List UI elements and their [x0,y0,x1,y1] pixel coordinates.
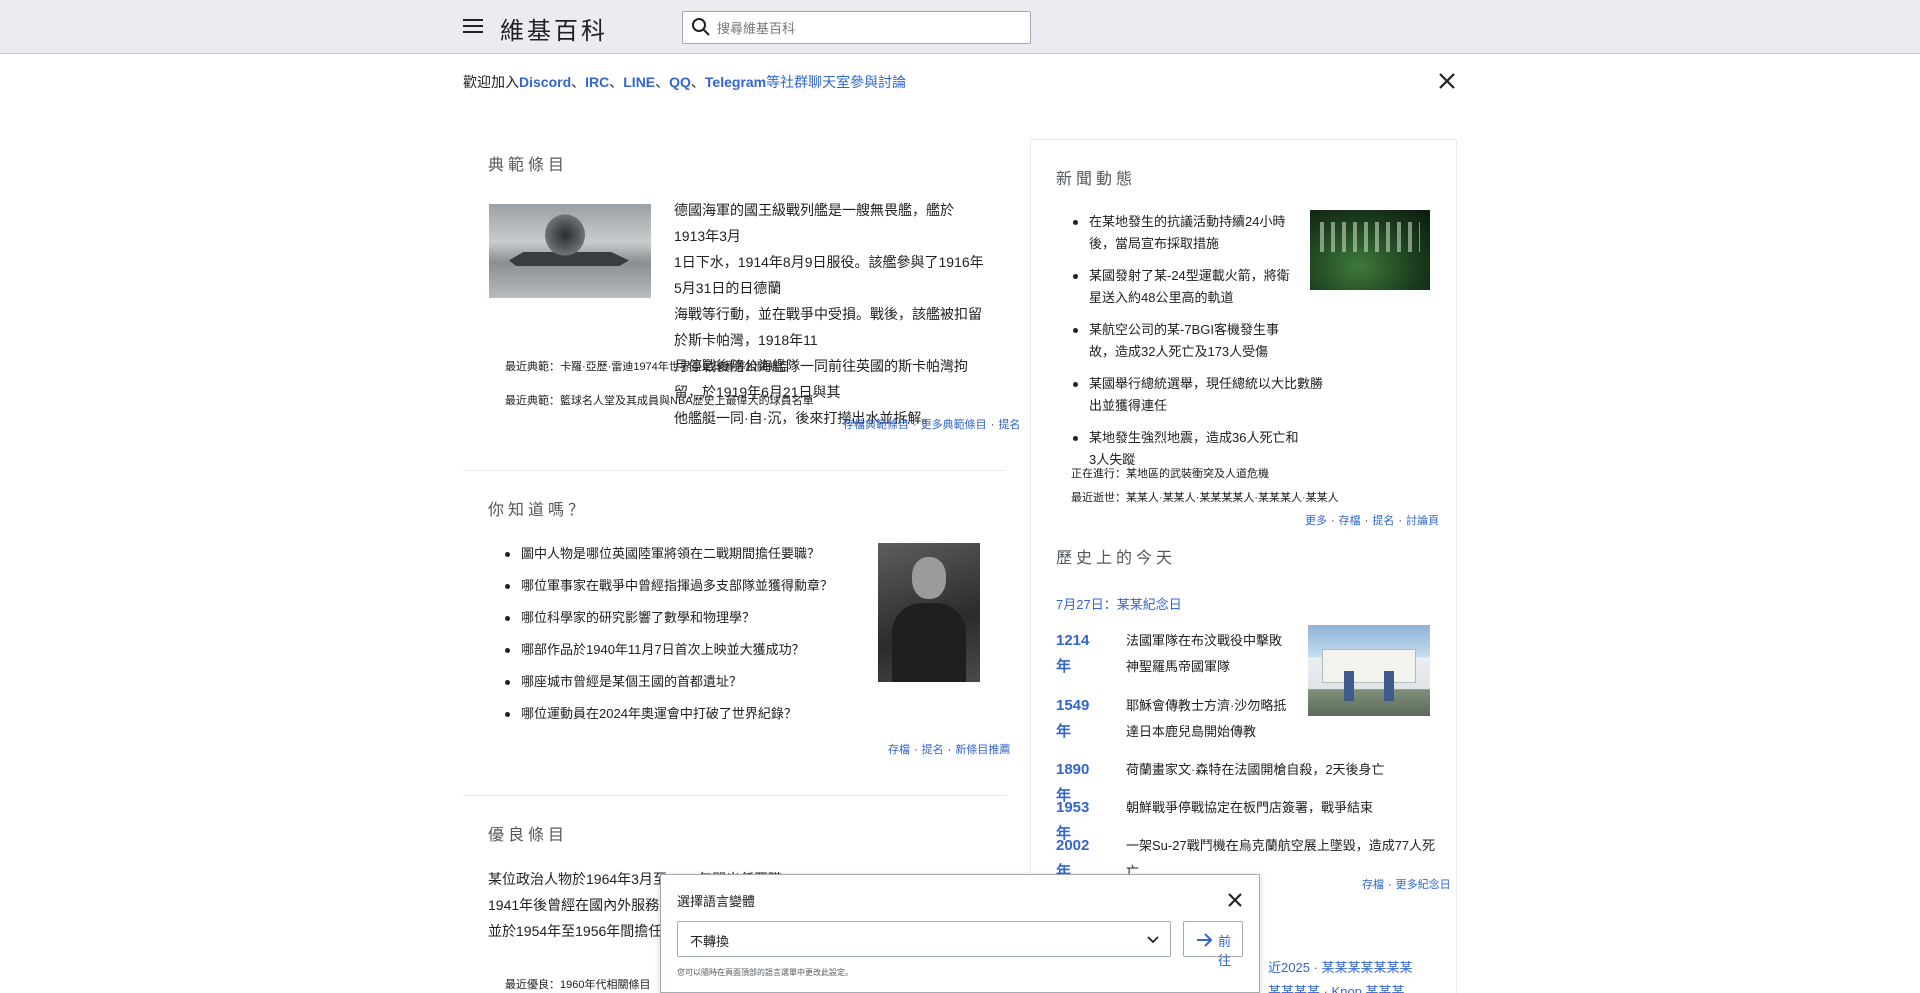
news-archive-link[interactable]: 存檔 [1339,515,1361,527]
dialog-note: 您可以隨時在頁面頂部的語言選單中更改此設定。 [677,968,853,977]
variant-select[interactable]: 不轉換 [677,921,1171,957]
main-menu-icon[interactable] [462,16,484,38]
featured-archive-link[interactable]: 存檔典範條目 [843,419,909,431]
news-recent-deaths[interactable]: 最近逝世：某某人·某某人·某某某某人·某某某人·某某人 [1071,489,1339,505]
separator: · [914,744,918,756]
language-variant-dialog: 選擇語言變體 不轉換 前往 您可以隨時在頁面頂部的語言選單中更改此設定。 [660,874,1260,993]
featured-line: 海戰等行動，並在戰爭中受損。戰後，該艦被扣留於斯卡帕灣，1918年11 [674,306,982,348]
news-title: 新聞動態 [1056,171,1137,188]
event-year[interactable]: 1549年 [1056,693,1089,745]
featured-line: 德國海軍的國王級戰列艦是一艘無畏艦，艦於1913年3月 [674,202,954,244]
list-item[interactable]: 在某地發生的抗議活動持續24小時後，當局宣布採取措施 [1071,211,1301,255]
search-icon [692,18,710,36]
chevron-down-icon [1147,936,1159,944]
onthisday-title: 歷史上的今天 [1056,550,1177,567]
separator: · [1331,515,1335,527]
dyk-footer: 存檔 · 提名 · 新條目推薦 [888,741,1010,757]
go-button-label: 前往 [1218,934,1232,968]
news-nominate-link[interactable]: 提名 [1372,515,1394,527]
list-item[interactable]: 某國舉行總統選舉，現任總統以大比數勝出並獲得連任 [1071,373,1331,417]
battleship-image[interactable] [489,204,651,298]
featured-nominate-link[interactable]: 提名 [998,419,1020,431]
notice-sep: 、 [609,74,624,90]
bottom-right-line-1[interactable]: 近2025 · 某某某某某某某 [1268,957,1412,976]
event-text: 耶穌會傳教士方濟·沙勿略抵達日本鹿兒島開始傳教 [1126,698,1287,739]
event-year[interactable]: 1214年 [1056,628,1089,680]
section-divider [463,470,1006,471]
featured-title: 典範條目 [488,157,569,174]
notice-sep: 、 [571,74,586,90]
dyk-nominate-link[interactable]: 提名 [922,744,944,756]
onthisday-footer: 存檔 · 更多紀念日 [1362,876,1451,892]
news-list: 在某地發生的抗議活動持續24小時後，當局宣布採取措施 某國發射了某-24型運載火… [1071,211,1323,481]
notice-link-line[interactable]: LINE [623,74,655,90]
dyk-title: 你知道嗎？ [488,502,589,519]
list-item[interactable]: 某國發射了某-24型運載火箭，將衛星送入約48公里高的軌道 [1071,265,1301,309]
section-divider [463,795,1006,796]
separator: · [1388,879,1392,891]
notice-link-irc[interactable]: IRC [585,74,609,90]
featured-recent-1[interactable]: 最近典範：卡羅·亞歷·雷迪1974年世界盃足球賽等相關條目 [505,358,790,374]
panmunjom-image[interactable] [1308,625,1430,716]
protest-image[interactable] [1310,210,1430,290]
list-item[interactable]: 哪位軍事家在戰爭中曾經指揮過多支部隊並獲得勳章？ [503,575,863,597]
notice-link-qq[interactable]: QQ [669,74,691,90]
notice-prefix: 歡迎加入 [463,74,519,90]
separator: · [1364,515,1369,527]
separator: · [913,419,917,431]
news-more-link[interactable]: 更多 [1305,515,1327,527]
site-notice: 歡迎加入Discord、IRC、LINE、QQ、Telegram等社群聊天室參與… [463,72,906,92]
event-text: 朝鮮戰爭停戰協定在板門店簽署，戰爭結束 [1126,800,1374,815]
news-footer: 更多 · 存檔 · 提名 · 討論頁 [1305,512,1439,528]
bottom-right-line-2[interactable]: 某某某某 · Knop 某某某 [1268,981,1405,993]
list-item[interactable]: 哪座城市曾經是某個王國的首都遺址？ [503,671,863,693]
general-portrait-image[interactable] [878,543,980,682]
list-item[interactable]: 圖中人物是哪位英國陸軍將領在二戰期間擔任要職？ [503,543,863,565]
dyk-new-link[interactable]: 新條目推薦 [955,744,1010,756]
notice-sep: 、 [655,74,670,90]
news-talk-link[interactable]: 討論頁 [1406,515,1439,527]
separator: · [947,744,952,756]
featured-footer: 存檔典範條目 · 更多典範條目 · 提名 [843,416,1020,432]
notice-suffix[interactable]: 等社群聊天室參與討論 [766,74,906,90]
event-text: 法國軍隊在布汶戰役中擊敗神聖羅馬帝國軍隊 [1126,633,1283,674]
arrow-right-icon [1197,933,1213,947]
onthisday-more-link[interactable]: 更多紀念日 [1396,879,1451,891]
top-header: 維基百科 [0,0,1920,54]
onthisday-date[interactable]: 7月27日：某某紀念日 [1056,594,1182,613]
good-title: 優良條目 [488,827,569,844]
site-logo[interactable]: 維基百科 [500,11,608,46]
notice-link-discord[interactable]: Discord [519,74,571,90]
notice-link-telegram[interactable]: Telegram [705,74,766,90]
featured-more-link[interactable]: 更多典範條目 [921,419,987,431]
close-icon[interactable] [1224,889,1246,911]
list-item[interactable]: 某航空公司的某-7BGI客機發生事故，造成32人死亡及173人受傷 [1071,319,1301,363]
news-ongoing[interactable]: 正在進行：某地區的武裝衝突及人道危機 [1071,465,1269,481]
separator: · [990,419,995,431]
separator: · [1398,515,1403,527]
variant-select-value: 不轉換 [690,934,730,949]
search-box[interactable] [682,11,1031,44]
go-button[interactable]: 前往 [1183,921,1243,968]
list-item[interactable]: 哪位運動員在2024年奧運會中打破了世界紀錄？ [503,703,863,725]
good-recent[interactable]: 最近優良：1960年代相關條目 [505,976,650,992]
event-text: 荷蘭畫家文·森特在法國開槍自殺，2天後身亡 [1126,762,1385,777]
list-item[interactable]: 哪部作品於1940年11月7日首次上映並大獲成功？ [503,639,863,661]
featured-recent-2[interactable]: 最近典範：籃球名人堂及其成員與NBA歷史上最偉大的球員名單 [505,392,814,408]
dyk-archive-link[interactable]: 存檔 [888,744,910,756]
list-item[interactable]: 哪位科學家的研究影響了數學和物理學？ [503,607,863,629]
dyk-list: 圖中人物是哪位英國陸軍將領在二戰期間擔任要職？ 哪位軍事家在戰爭中曾經指揮過多支… [503,543,863,735]
search-input[interactable] [717,18,1017,38]
notice-sep: 、 [690,74,705,90]
dialog-title: 選擇語言變體 [677,894,756,909]
onthisday-archive-link[interactable]: 存檔 [1362,879,1384,891]
close-icon[interactable] [1436,70,1458,92]
featured-line: 1日下水，1914年8月9日服役。該艦參與了1916年5月31日的日德蘭 [674,254,984,296]
